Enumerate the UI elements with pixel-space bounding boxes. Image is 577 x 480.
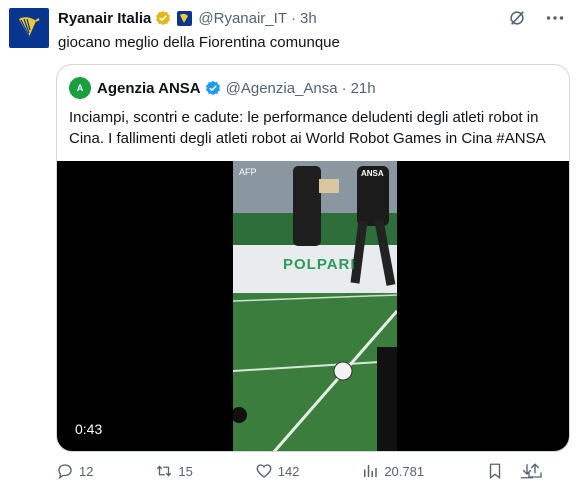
grok-icon[interactable] [507,8,527,28]
video-frame: POLPARI ANSA AFP [233,161,397,451]
views-bar-chart-icon [364,465,378,477]
separator-dot: · [341,79,347,97]
avatar-ansa[interactable]: A [69,77,91,99]
avatar-ryanair[interactable] [9,8,49,48]
tweet-time[interactable]: 3h [300,10,317,27]
quoted-tweet-text: Inciampi, scontri e cadute: le performan… [69,109,546,147]
quoted-tweet-time[interactable]: 21h [351,80,376,97]
reply-button[interactable]: 12 [56,462,93,480]
author-handle[interactable]: @Ryanair_IT [198,10,287,27]
tweet-actions: 12 15 142 20.781 [56,462,544,480]
quoted-author-name[interactable]: Agenzia ANSA [97,80,201,97]
retweet-icon [157,465,172,477]
quoted-tweet-header: A Agenzia ANSA @Agenzia_Ansa · 21h [69,77,376,99]
verified-blue-badge-icon [205,80,220,96]
top-right-actions [507,8,565,28]
video-corner-text: AFP [239,167,257,177]
reply-count: 12 [79,463,94,479]
video-player[interactable]: POLPARI ANSA AFP 0:43 [57,161,569,451]
retweet-button[interactable]: 15 [155,462,193,480]
like-button[interactable]: 142 [255,462,300,480]
like-count: 142 [277,463,300,479]
separator-dot: · [290,9,296,27]
video-shirt-text: ANSA [361,169,384,178]
bookmark-button[interactable] [486,462,504,480]
tweet-header: Ryanair Italia @Ryanair_IT · 3h [58,8,317,28]
video-sign-text: POLPARI [283,256,356,273]
quoted-tweet[interactable]: A Agenzia ANSA @Agenzia_Ansa · 21h Incia… [56,64,570,452]
author-name[interactable]: Ryanair Italia [58,10,151,27]
affiliate-badge-icon[interactable] [177,10,193,26]
bookmark-icon [489,463,501,480]
download-button[interactable] [518,462,536,480]
tweet-text: giocano meglio della Fiorentina comunque [58,34,340,51]
ryanair-harp-logo-icon [19,17,40,37]
views-button[interactable]: 20.781 [361,462,424,480]
heart-icon [256,464,272,478]
quoted-author-handle[interactable]: @Agenzia_Ansa [226,80,338,97]
video-duration: 0:43 [69,419,109,439]
verified-gold-badge-icon [156,10,171,26]
retweet-count: 15 [178,463,193,479]
views-count: 20.781 [384,463,425,479]
download-icon [521,464,533,479]
reply-icon [58,464,72,480]
more-options-icon[interactable] [545,8,565,28]
